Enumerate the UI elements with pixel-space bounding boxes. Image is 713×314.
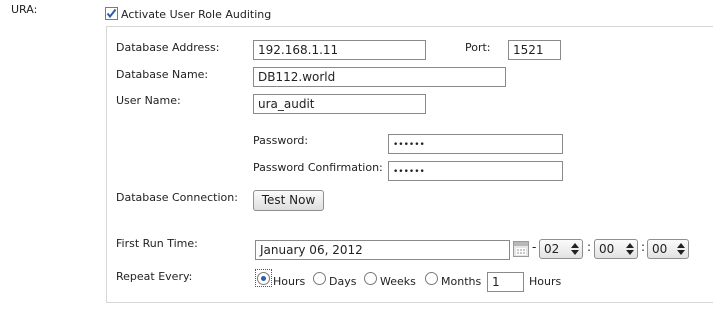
first-run-date-input[interactable]: January 06, 2012	[255, 240, 510, 260]
radio-weeks[interactable]	[364, 272, 377, 285]
db-connection-label: Database Connection:	[116, 191, 238, 204]
db-address-label: Database Address:	[116, 41, 220, 54]
activate-label: Activate User Role Auditing	[121, 8, 272, 21]
hour-select[interactable]: 02	[539, 239, 583, 259]
password-confirm-input[interactable]: ••••••	[388, 161, 563, 181]
spin-arrows-icon	[626, 243, 634, 255]
password-confirm-label: Password Confirmation:	[253, 161, 383, 174]
hour-value: 02	[544, 242, 560, 256]
date-time-separator: -	[532, 240, 537, 254]
user-name-input[interactable]: ura_audit	[253, 94, 426, 114]
first-run-label: First Run Time:	[116, 237, 198, 250]
repeat-interval-unit: Hours	[529, 275, 562, 288]
radio-months[interactable]	[425, 272, 438, 285]
test-now-button[interactable]: Test Now	[253, 190, 324, 211]
password-label: Password:	[253, 134, 309, 147]
radio-days[interactable]	[313, 272, 326, 285]
ura-label: URA:	[11, 3, 38, 16]
radio-months-label: Months	[441, 275, 482, 288]
port-input[interactable]: 1521	[508, 40, 561, 60]
repeat-every-label: Repeat Every:	[116, 270, 193, 283]
password-input[interactable]: ••••••	[388, 134, 563, 154]
repeat-interval-input[interactable]: 1	[487, 272, 524, 292]
hour-minute-separator: :	[587, 240, 592, 254]
activate-checkbox[interactable]	[105, 7, 118, 20]
minute-second-separator: :	[641, 240, 646, 254]
port-label: Port:	[465, 41, 491, 54]
radio-hours-label: Hours	[273, 275, 306, 288]
second-select[interactable]: 00	[647, 239, 689, 259]
spin-arrows-icon	[571, 243, 579, 255]
radio-days-label: Days	[329, 275, 357, 288]
calendar-icon[interactable]	[513, 241, 529, 257]
db-name-label: Database Name:	[116, 68, 209, 81]
radio-weeks-label: Weeks	[380, 275, 416, 288]
second-value: 00	[652, 242, 668, 256]
spin-arrows-icon	[677, 243, 685, 255]
user-name-label: User Name:	[116, 94, 181, 107]
db-address-input[interactable]: 192.168.1.11	[253, 40, 426, 60]
minute-select[interactable]: 00	[594, 239, 638, 259]
checkmark-icon	[106, 8, 117, 19]
radio-hours[interactable]	[257, 272, 270, 285]
minute-value: 00	[599, 242, 615, 256]
db-name-input[interactable]: DB112.world	[253, 67, 506, 87]
